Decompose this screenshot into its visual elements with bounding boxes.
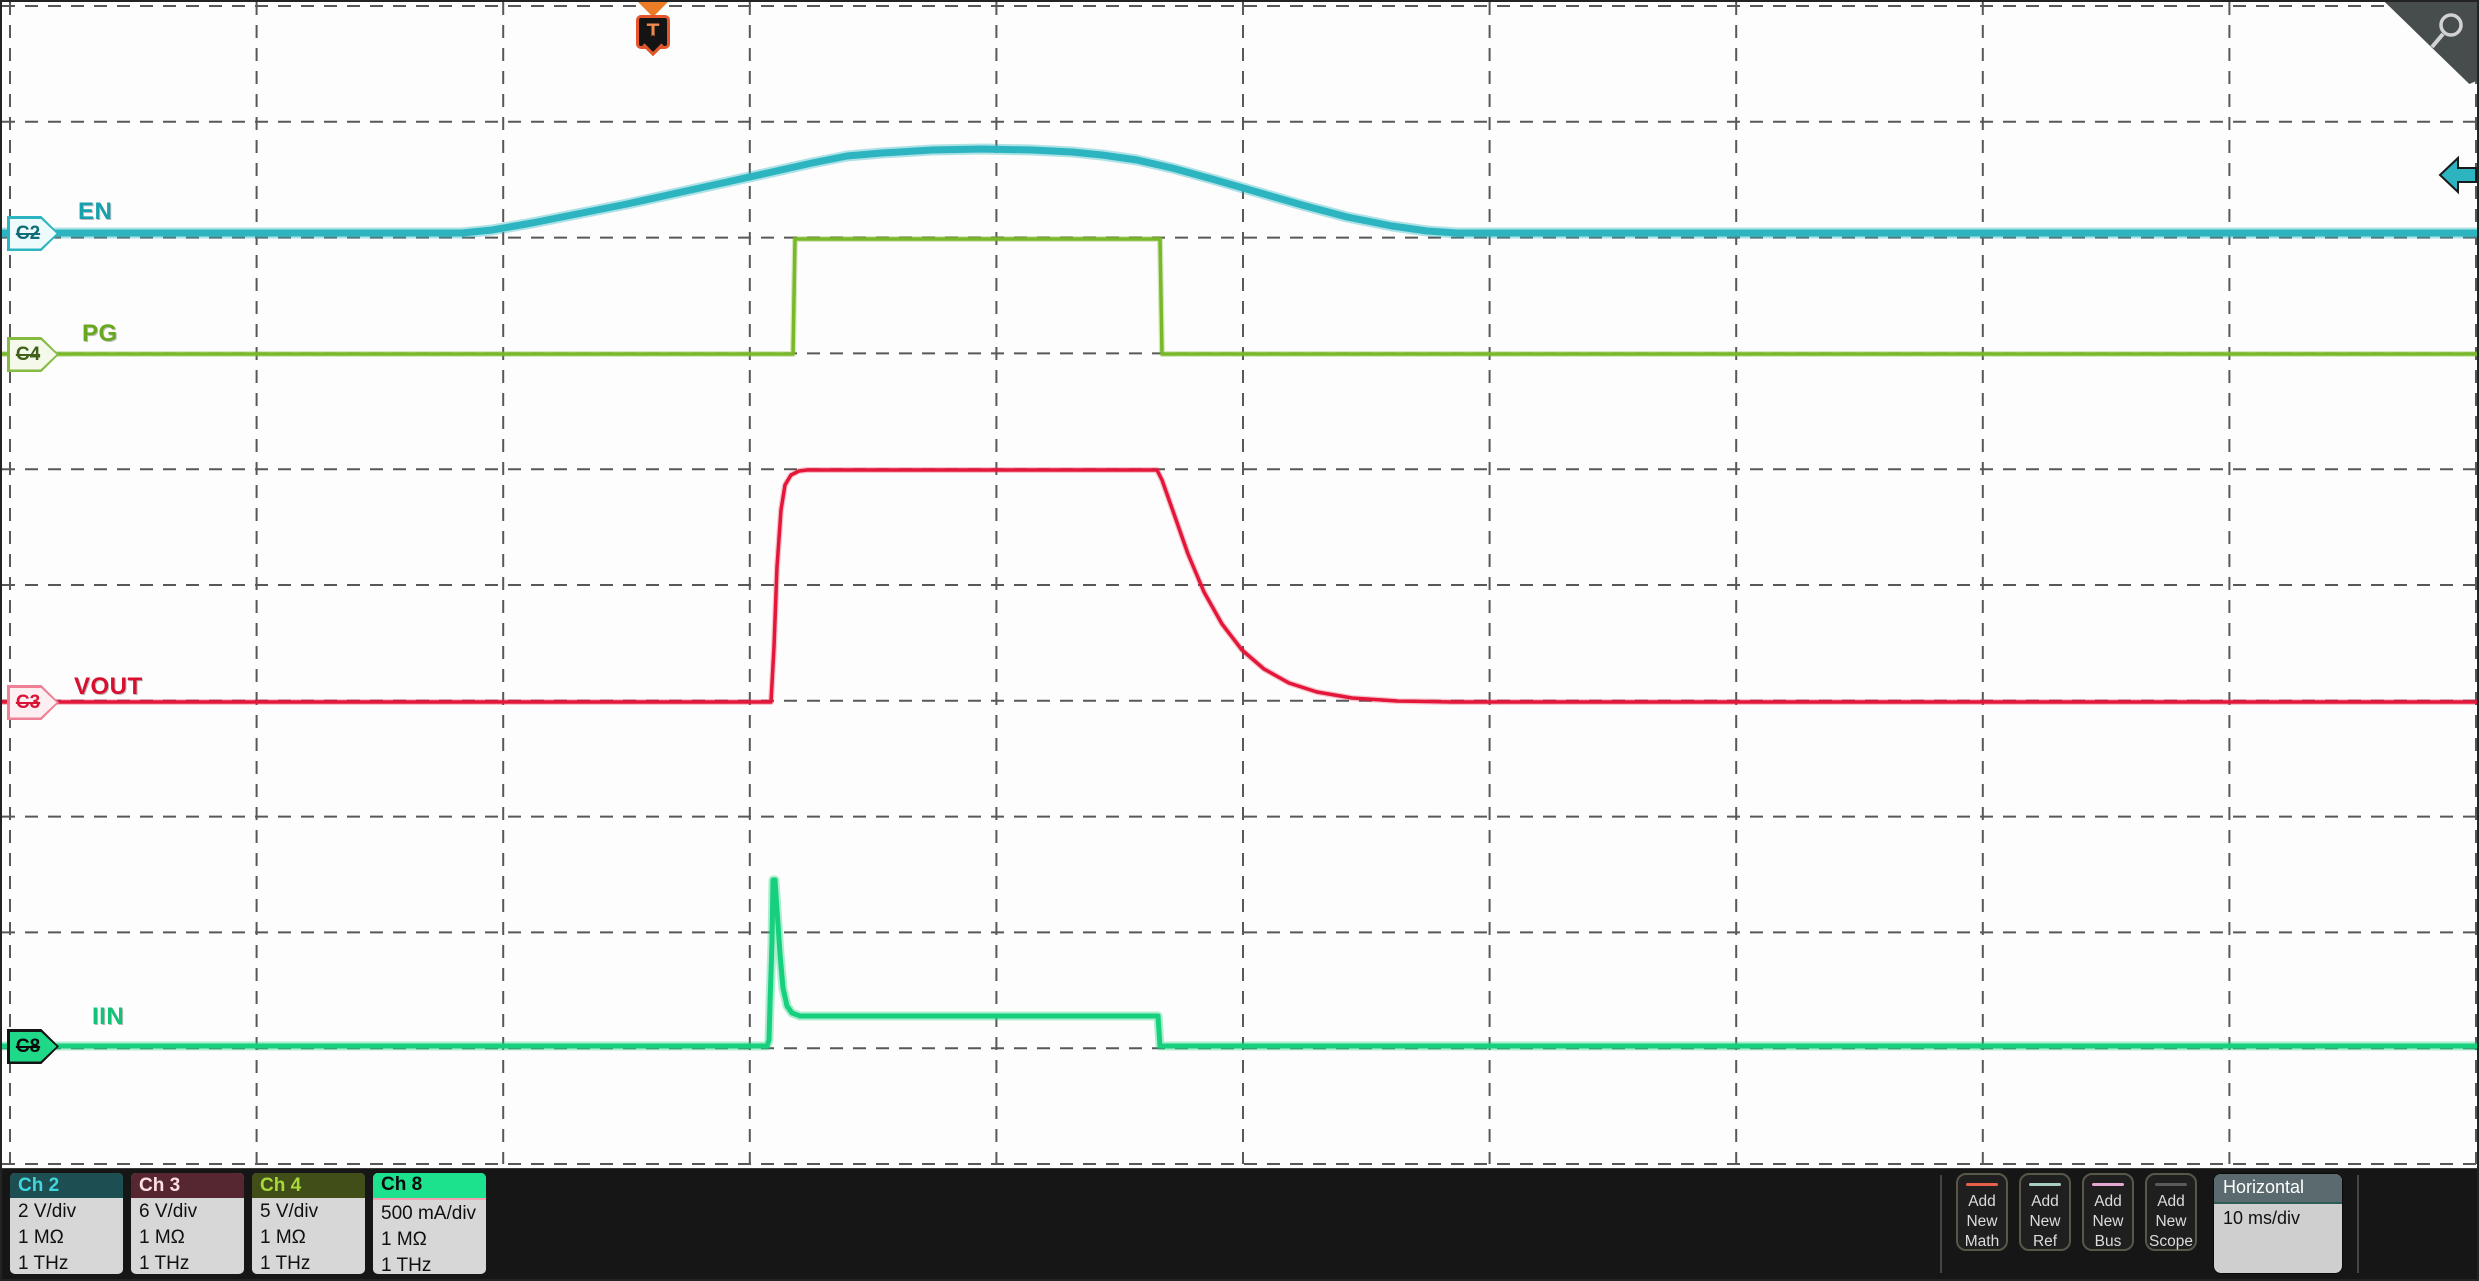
- channel-tag-c3-label: C3: [9, 687, 57, 718]
- channel-tag-c8[interactable]: C8: [7, 1029, 59, 1064]
- channel-badge-ch2-impedance: 1 MΩ: [18, 1227, 64, 1248]
- channel-tag-c4-label: C4: [9, 339, 57, 370]
- horizontal-panel[interactable]: Horizontal 10 ms/div: [2213, 1173, 2343, 1274]
- wave-label-vout: VOUT: [74, 673, 143, 700]
- add-new-bus-button[interactable]: Add New Bus: [2082, 1173, 2134, 1251]
- add-new-ref-button[interactable]: Add New Ref: [2019, 1173, 2071, 1251]
- bar-separator-right: [2357, 1175, 2359, 1273]
- trigger-level-arrow-icon: [2438, 155, 2477, 195]
- add-new-math-button[interactable]: Add New Math: [1956, 1173, 2008, 1251]
- channel-badge-ch4-impedance: 1 MΩ: [260, 1227, 306, 1248]
- channel-tag-c3[interactable]: C3: [7, 685, 59, 720]
- waveform-pg: [2, 237, 2477, 356]
- channel-tag-c2-label: C2: [9, 218, 57, 249]
- channel-badge-ch8-impedance: 1 MΩ: [381, 1229, 427, 1250]
- waveform-iin: [2, 877, 2477, 1049]
- channel-badge-ch3-scale: 6 V/div: [139, 1201, 198, 1222]
- channel-badge-ch4-scale: 5 V/div: [260, 1201, 319, 1222]
- waveform-canvas: [2, 2, 2477, 1165]
- waveform-iin-fuzz: [2, 875, 2477, 1051]
- channel-badge-ch3[interactable]: Ch 3 6 V/div 1 MΩ 1 THz: [131, 1173, 244, 1274]
- channel-badge-ch4[interactable]: Ch 4 5 V/div 1 MΩ 1 THz: [252, 1173, 365, 1274]
- wave-label-en: EN: [78, 198, 113, 225]
- channel-badge-ch2-title: Ch 2: [10, 1173, 123, 1198]
- channel-badge-ch4-title: Ch 4: [252, 1173, 365, 1198]
- horizontal-panel-title: Horizontal: [2214, 1174, 2342, 1204]
- horizontal-scale-value: 10 ms/div: [2223, 1208, 2301, 1228]
- settings-bar: Ch 2 2 V/div 1 MΩ 1 THz Ch 3 6 V/div 1 M…: [2, 1168, 2477, 1279]
- channel-tag-c8-label: C8: [9, 1031, 57, 1062]
- channel-badge-ch8-bandwidth: 1 THz: [381, 1255, 432, 1274]
- wave-label-iin: IIN: [92, 1003, 125, 1030]
- channel-badge-ch4-bandwidth: 1 THz: [260, 1253, 311, 1274]
- add-new-scope-button[interactable]: Add New Scope: [2145, 1173, 2197, 1251]
- bar-separator-left: [1940, 1175, 1942, 1273]
- channel-badge-ch2-bandwidth: 1 THz: [18, 1253, 69, 1274]
- trigger-position-marker[interactable]: T: [635, 2, 671, 49]
- channel-badge-ch8-scale: 500 mA/div: [381, 1203, 477, 1224]
- trigger-level-arrow[interactable]: [2437, 153, 2477, 197]
- channel-tag-c4[interactable]: C4: [7, 337, 59, 372]
- wave-label-pg: PG: [82, 320, 118, 347]
- channel-badge-ch3-impedance: 1 MΩ: [139, 1227, 185, 1248]
- oscilloscope-screen: C2 C4 C3 C8 EN PG VOUT IIN T Ch 2 2 V/di…: [0, 0, 2479, 1281]
- waveform-display[interactable]: C2 C4 C3 C8 EN PG VOUT IIN T: [2, 2, 2477, 1168]
- channel-badge-ch8-title: Ch 8: [373, 1173, 486, 1200]
- channel-badge-ch3-title: Ch 3: [131, 1173, 244, 1198]
- waveform-en-fuzz: [2, 143, 2477, 239]
- channel-badge-ch2[interactable]: Ch 2 2 V/div 1 MΩ 1 THz: [10, 1173, 123, 1274]
- channel-badge-ch3-bandwidth: 1 THz: [139, 1253, 190, 1274]
- channel-tag-c2[interactable]: C2: [7, 216, 59, 251]
- waveform-pg-fuzz: [2, 236, 2477, 357]
- channel-badge-ch8[interactable]: Ch 8 500 mA/div 1 MΩ 1 THz: [373, 1173, 486, 1274]
- channel-badge-ch2-scale: 2 V/div: [18, 1201, 77, 1222]
- trigger-badge: T: [636, 15, 670, 49]
